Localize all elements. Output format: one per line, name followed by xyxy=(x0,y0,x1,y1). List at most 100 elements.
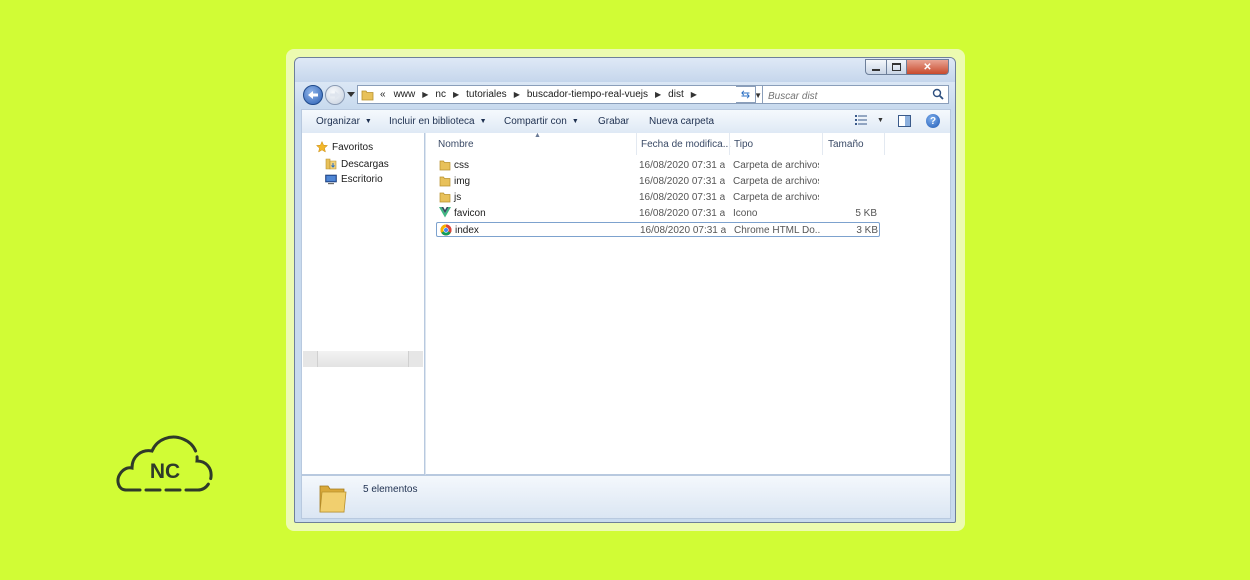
crumb-separator-icon[interactable]: ▶ xyxy=(655,90,661,99)
sidebar-item-desktop[interactable]: Escritorio xyxy=(325,174,383,185)
close-icon: ✕ xyxy=(923,61,932,73)
file-date: 16/08/2020 07:31 a... xyxy=(639,176,725,187)
folder-icon xyxy=(439,160,451,171)
item-count: 5 elementos xyxy=(363,484,418,495)
column-label: Fecha de modifica... xyxy=(641,139,732,150)
horizontal-scrollbar[interactable] xyxy=(303,351,423,367)
crumb-nc[interactable]: nc xyxy=(435,89,446,100)
address-bar[interactable]: « www ▶ nc ▶ tutoriales ▶ buscador-tiemp… xyxy=(357,85,767,104)
scroll-right-button[interactable] xyxy=(408,351,423,367)
file-date: 16/08/2020 07:31 a... xyxy=(639,192,725,203)
maximize-button[interactable] xyxy=(887,59,907,75)
column-label: Tipo xyxy=(734,139,754,150)
new-folder-label: Nueva carpeta xyxy=(649,116,715,127)
file-name: js xyxy=(454,192,462,203)
crumb-separator-icon[interactable]: ▶ xyxy=(691,90,697,99)
file-date: 16/08/2020 07:31 a... xyxy=(639,160,725,171)
recent-pages-dropdown-icon[interactable] xyxy=(347,92,355,98)
folder-icon xyxy=(439,192,451,203)
search-input[interactable] xyxy=(768,89,928,104)
column-type-header[interactable]: Tipo xyxy=(734,139,753,150)
help-icon[interactable]: ? xyxy=(926,114,940,128)
title-bar[interactable]: ✕ xyxy=(295,58,955,82)
file-type: Carpeta de archivos xyxy=(733,192,819,203)
file-date: 16/08/2020 07:31 a... xyxy=(640,225,726,236)
search-icon[interactable] xyxy=(932,88,944,100)
file-type: Carpeta de archivos xyxy=(733,176,819,187)
sidebar-item-label: Descargas xyxy=(341,158,389,170)
navigation-pane: Favoritos Descargas Escritorio xyxy=(301,133,425,475)
preview-pane-icon[interactable] xyxy=(898,115,911,127)
column-divider[interactable] xyxy=(636,133,637,155)
column-size-header[interactable]: Tamaño xyxy=(828,139,864,150)
share-with-label: Compartir con xyxy=(504,116,567,127)
file-name: img xyxy=(454,176,471,187)
file-list-pane: Nombre ▲ Fecha de modifica... Tipo Tamañ… xyxy=(425,132,951,475)
back-arrow-icon xyxy=(308,91,318,99)
file-row-css[interactable]: css 16/08/2020 07:31 a... Carpeta de arc… xyxy=(436,158,880,173)
downloads-folder-icon xyxy=(325,158,337,170)
search-box[interactable] xyxy=(762,85,949,104)
file-row-index[interactable]: index 16/08/2020 07:31 a... Chrome HTML … xyxy=(436,222,880,237)
crumb-buscador[interactable]: buscador-tiempo-real-vuejs xyxy=(527,89,648,100)
file-row-favicon[interactable]: favicon 16/08/2020 07:31 a... Icono 5 KB xyxy=(436,206,880,221)
file-name: favicon xyxy=(454,208,486,219)
desktop-icon xyxy=(325,174,337,185)
crumb-separator-icon[interactable]: ▶ xyxy=(422,90,428,99)
refresh-button[interactable]: ⇆ xyxy=(736,86,756,103)
file-size: 3 KB xyxy=(856,225,878,236)
include-library-label: Incluir en biblioteca xyxy=(389,116,475,127)
crumb-separator-icon[interactable]: ▶ xyxy=(514,90,520,99)
burn-label: Grabar xyxy=(598,116,630,127)
scroll-left-button[interactable] xyxy=(303,351,318,367)
caption-buttons: ✕ xyxy=(865,59,949,75)
column-divider[interactable] xyxy=(884,133,885,155)
file-type: Chrome HTML Do... xyxy=(734,225,820,236)
crumb-tutoriales[interactable]: tutoriales xyxy=(466,89,507,100)
share-with-menu[interactable]: Compartir con ▼ xyxy=(504,116,579,127)
change-view-button[interactable]: ▼ xyxy=(855,115,884,125)
file-name: css xyxy=(454,160,469,171)
navigation-bar: « www ▶ nc ▶ tutoriales ▶ buscador-tiemp… xyxy=(295,82,955,108)
refresh-icon: ⇆ xyxy=(740,89,751,101)
chrome-icon xyxy=(440,224,452,236)
column-divider[interactable] xyxy=(729,133,730,155)
address-overflow-chevron[interactable]: « xyxy=(380,89,386,100)
burn-button[interactable]: Grabar xyxy=(598,116,629,127)
star-icon xyxy=(316,141,328,153)
chevron-down-icon: ▼ xyxy=(364,118,372,125)
file-row-img[interactable]: img 16/08/2020 07:31 a... Carpeta de arc… xyxy=(436,174,880,189)
crumb-separator-icon[interactable]: ▶ xyxy=(453,90,459,99)
column-divider[interactable] xyxy=(822,133,823,155)
file-row-js[interactable]: js 16/08/2020 07:31 a... Carpeta de arch… xyxy=(436,190,880,205)
new-folder-button[interactable]: Nueva carpeta xyxy=(649,116,714,127)
column-name-header[interactable]: Nombre xyxy=(438,139,474,150)
explorer-window: ✕ « www ▶ nc ▶ tutoriales ▶ buscador-tie… xyxy=(294,57,956,523)
folder-icon xyxy=(361,90,374,100)
forward-button[interactable] xyxy=(325,85,345,105)
sidebar-item-label: Favoritos xyxy=(332,141,374,153)
sidebar-item-favorites[interactable]: Favoritos xyxy=(316,141,373,153)
back-button[interactable] xyxy=(303,85,323,105)
minimize-icon xyxy=(872,68,880,71)
crumb-dist[interactable]: dist xyxy=(668,89,684,100)
column-date-header[interactable]: Fecha de modifica... xyxy=(641,139,731,150)
minimize-button[interactable] xyxy=(865,59,887,75)
column-label: Nombre xyxy=(438,139,474,150)
vue-logo-icon xyxy=(439,207,451,218)
logo-text: NC xyxy=(150,460,180,483)
details-pane: 5 elementos xyxy=(301,475,951,519)
nc-cloud-logo: NC xyxy=(116,435,213,492)
file-size: 5 KB xyxy=(855,208,877,219)
include-library-menu[interactable]: Incluir en biblioteca ▼ xyxy=(389,116,487,127)
details-view-icon xyxy=(855,115,867,125)
crumb-www[interactable]: www xyxy=(394,89,416,100)
sort-ascending-icon: ▲ xyxy=(534,132,541,139)
file-type: Carpeta de archivos xyxy=(733,160,819,171)
close-button[interactable]: ✕ xyxy=(907,59,949,75)
folder-large-icon xyxy=(319,485,347,513)
organize-menu[interactable]: Organizar ▼ xyxy=(316,116,372,127)
sidebar-item-downloads[interactable]: Descargas xyxy=(325,158,389,170)
chevron-down-icon: ▼ xyxy=(877,116,884,124)
column-label: Tamaño xyxy=(828,139,864,150)
